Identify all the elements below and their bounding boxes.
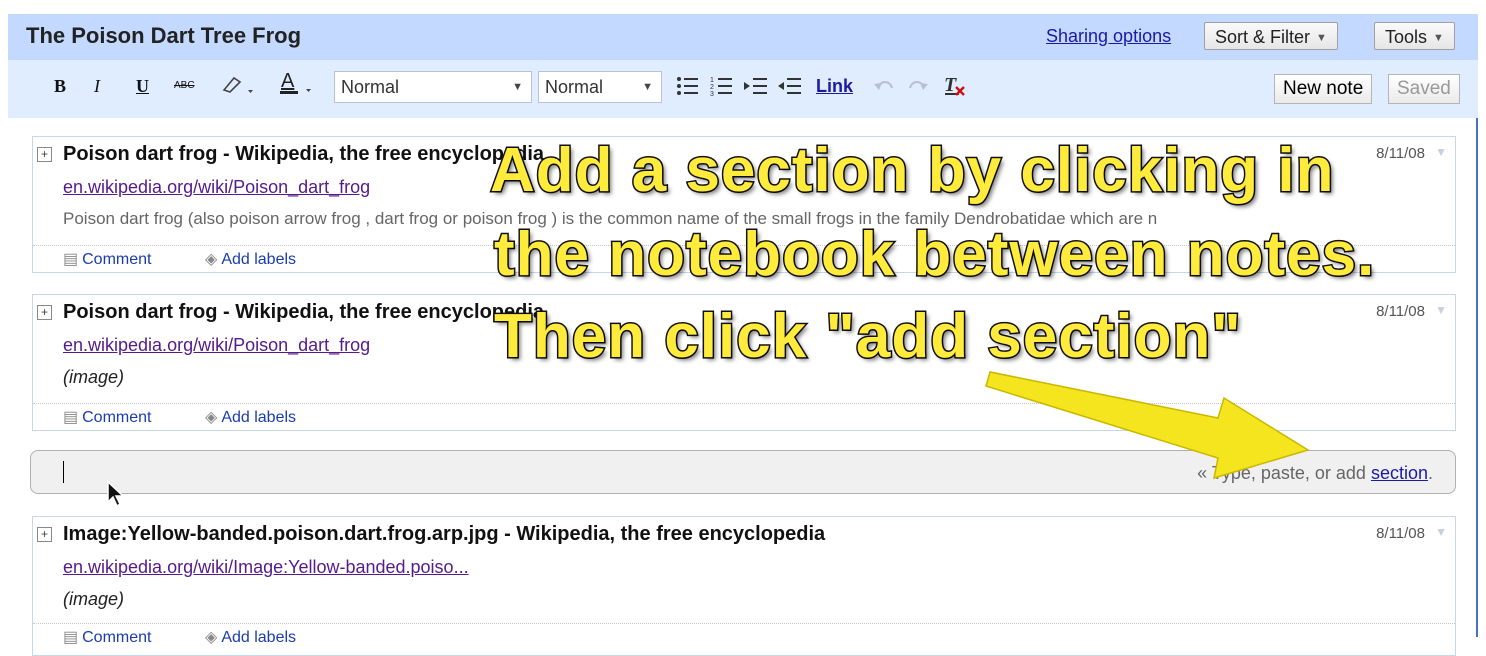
comment-label: Comment [82, 251, 152, 268]
size-select-value: Normal [545, 77, 604, 97]
sort-filter-label: Sort & Filter [1215, 27, 1311, 47]
section-hint-prefix: « Type, paste, or add [1197, 463, 1371, 483]
redo-icon[interactable] [906, 74, 930, 101]
scrollbar[interactable] [1476, 118, 1478, 637]
format-toolbar: B I U ABC A Normal ▼ Normal ▼ 123 Link T… [8, 60, 1478, 118]
svg-text:3: 3 [710, 91, 714, 97]
tools-button[interactable]: Tools ▼ [1374, 22, 1455, 50]
add-labels-button[interactable]: ◈ Add labels [205, 249, 296, 269]
note-title: Image:Yellow-banded.poison.dart.frog.arp… [63, 523, 826, 545]
comment-button[interactable]: ▤ Comment [63, 627, 151, 647]
sharing-options-link[interactable]: Sharing options [1046, 26, 1171, 47]
tag-icon: ◈ [205, 251, 218, 268]
annotation-line-1: Add a section by clicking in [489, 135, 1336, 207]
svg-text:1: 1 [710, 77, 714, 84]
chevron-down-icon[interactable]: ▼ [1435, 525, 1447, 539]
clear-formatting-icon[interactable]: T [942, 73, 968, 104]
expand-icon[interactable]: + [37, 305, 52, 320]
add-labels-label: Add labels [221, 251, 297, 268]
annotation-line-3: Then click "add section" [493, 301, 1243, 373]
note-date: 8/11/08 [1376, 303, 1425, 320]
add-labels-button[interactable]: ◈ Add labels [205, 627, 296, 647]
strikethrough-icon[interactable]: ABC [174, 80, 195, 91]
notebook-header: The Poison Dart Tree Frog Sharing option… [8, 14, 1478, 60]
highlight-icon[interactable] [220, 72, 258, 103]
sort-filter-button[interactable]: Sort & Filter ▼ [1204, 22, 1338, 50]
svg-text:2: 2 [710, 84, 714, 91]
comment-icon: ▤ [63, 409, 79, 426]
annotation-line-2: the notebook between notes. [492, 219, 1376, 291]
add-section-link[interactable]: section [1371, 463, 1428, 483]
note-url[interactable]: en.wikipedia.org/wiki/Poison_dart_frog [63, 335, 370, 356]
note-image-placeholder: (image) [63, 367, 125, 387]
svg-text:A: A [281, 70, 295, 92]
svg-text:T: T [944, 74, 957, 96]
section-input[interactable]: « Type, paste, or add section. [30, 450, 1456, 494]
bullet-list-icon[interactable] [676, 75, 700, 102]
notebook-title: The Poison Dart Tree Frog [26, 23, 302, 48]
font-select-value: Normal [341, 77, 400, 97]
underline-button[interactable]: U [136, 76, 149, 97]
note-url[interactable]: en.wikipedia.org/wiki/Image:Yellow-bande… [63, 557, 469, 578]
comment-icon: ▤ [63, 629, 79, 646]
add-labels-label: Add labels [221, 409, 297, 426]
mouse-pointer-icon [107, 480, 125, 508]
tag-icon: ◈ [205, 409, 218, 426]
bold-button[interactable]: B [54, 76, 66, 97]
note-title: Poison dart frog - Wikipedia, the free e… [63, 301, 545, 323]
undo-icon[interactable] [872, 74, 896, 101]
chevron-down-icon[interactable]: ▼ [1435, 303, 1447, 317]
chevron-down-icon: ▼ [1316, 32, 1327, 45]
section-hint: « Type, paste, or add section. [1197, 463, 1433, 484]
size-select[interactable]: Normal ▼ [538, 71, 662, 103]
chevron-down-icon: ▼ [512, 81, 523, 93]
italic-button[interactable]: I [94, 76, 100, 97]
text-cursor [63, 461, 64, 483]
section-hint-suffix: . [1427, 463, 1433, 483]
numbered-list-icon[interactable]: 123 [710, 75, 734, 102]
note-image-placeholder: (image) [63, 589, 125, 609]
note-date: 8/11/08 [1376, 525, 1425, 542]
expand-icon[interactable]: + [37, 147, 52, 162]
outdent-icon[interactable] [778, 75, 802, 102]
tag-icon: ◈ [205, 629, 218, 646]
expand-icon[interactable]: + [37, 527, 52, 542]
chevron-down-icon: ▼ [642, 81, 653, 93]
note-title: Poison dart frog - Wikipedia, the free e… [63, 143, 545, 165]
note-date: 8/11/08 [1376, 145, 1425, 162]
chevron-down-icon[interactable]: ▼ [1435, 145, 1447, 159]
note-url[interactable]: en.wikipedia.org/wiki/Poison_dart_frog [63, 177, 370, 198]
note-footer: ▤ Comment ◈ Add labels [33, 403, 1455, 430]
add-labels-label: Add labels [221, 629, 297, 646]
comment-label: Comment [82, 409, 152, 426]
comment-button[interactable]: ▤ Comment [63, 407, 151, 427]
text-color-icon[interactable]: A [278, 70, 318, 103]
comment-button[interactable]: ▤ Comment [63, 249, 151, 269]
font-select[interactable]: Normal ▼ [334, 71, 532, 103]
comment-icon: ▤ [63, 251, 79, 268]
saved-button[interactable]: Saved [1388, 74, 1460, 104]
link-button[interactable]: Link [816, 76, 853, 97]
tools-label: Tools [1385, 27, 1428, 47]
comment-label: Comment [82, 629, 152, 646]
add-labels-button[interactable]: ◈ Add labels [205, 407, 296, 427]
indent-icon[interactable] [744, 75, 768, 102]
chevron-down-icon: ▼ [1433, 32, 1444, 45]
note-card[interactable]: + Image:Yellow-banded.poison.dart.frog.a… [32, 516, 1456, 656]
new-note-button[interactable]: New note [1274, 74, 1373, 104]
